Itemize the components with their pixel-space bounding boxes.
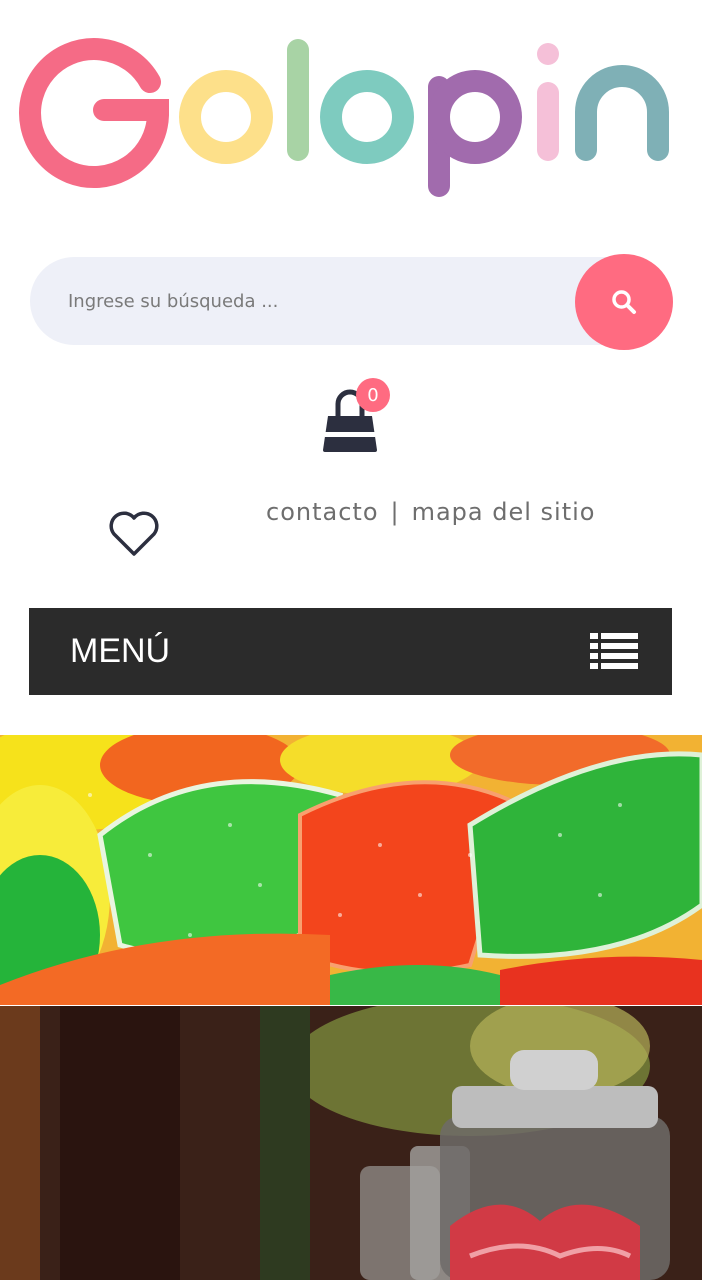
- candy-jars-banner-image[interactable]: [0, 1006, 702, 1280]
- list-icon[interactable]: [590, 632, 638, 672]
- logo-letter-p-bowl: [428, 70, 522, 164]
- search-bar: [30, 257, 670, 345]
- cart-count-badge: 0: [356, 378, 390, 412]
- sitemap-link[interactable]: mapa del sitio: [412, 498, 596, 526]
- golopin-logo[interactable]: [0, 20, 702, 210]
- logo-letter-o: [179, 70, 273, 164]
- contact-link[interactable]: contacto: [266, 498, 379, 526]
- search-button[interactable]: [575, 254, 673, 350]
- menu-bar[interactable]: MENÚ: [29, 608, 672, 695]
- search-input[interactable]: [68, 257, 568, 345]
- menu-label: MENÚ: [70, 632, 171, 670]
- top-links: contacto | mapa del sitio: [266, 494, 595, 530]
- link-separator: |: [390, 498, 400, 526]
- logo-letter-o2: [320, 70, 414, 164]
- candy-banner-image[interactable]: [0, 735, 702, 1005]
- logo-letter-n: [575, 65, 669, 161]
- logo-letter-i-dot: [537, 43, 559, 65]
- logo-letter-g: [19, 38, 169, 189]
- heart-icon[interactable]: [107, 510, 161, 558]
- search-icon: [612, 290, 636, 314]
